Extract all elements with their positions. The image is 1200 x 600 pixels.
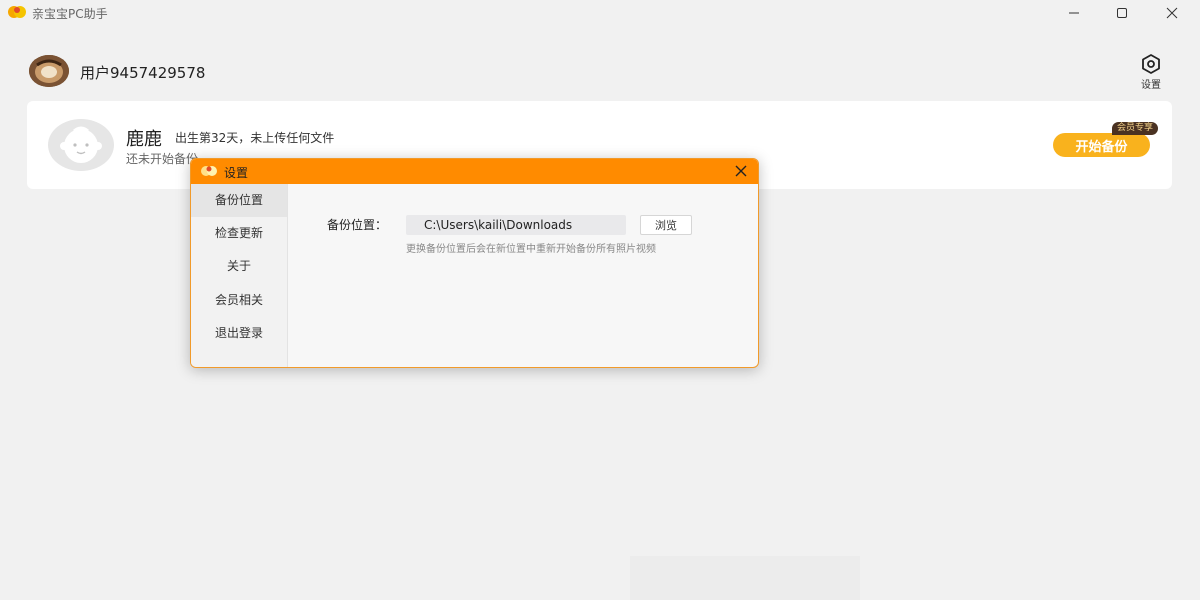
settings-icon <box>1142 54 1160 74</box>
title-bar: 亲宝宝PC助手 <box>0 0 1200 26</box>
vip-badge: 会员专享 <box>1112 122 1159 135</box>
sidebar-item-backup-location[interactable]: 备份位置 <box>191 184 287 217</box>
sidebar-item-membership[interactable]: 会员相关 <box>191 284 287 317</box>
user-avatar-image <box>29 55 69 87</box>
app-logo-icon <box>201 166 217 176</box>
settings-label: 设置 <box>1141 80 1161 91</box>
dialog-title: 设置 <box>224 166 249 180</box>
baby-meta: 出生第32天，未上传任何文件 <box>175 131 335 145</box>
maximize-button[interactable] <box>1099 0 1145 26</box>
background-panel <box>630 556 860 600</box>
backup-location-label: 备份位置： <box>327 218 388 232</box>
username: 用户9457429578 <box>80 64 206 82</box>
baby-face-icon <box>60 126 102 163</box>
dialog-close-button[interactable] <box>732 162 750 180</box>
minimize-button[interactable] <box>1051 0 1097 26</box>
avatar[interactable] <box>29 55 69 87</box>
backup-status: 还未开始备份 <box>126 152 199 166</box>
start-backup-button[interactable]: 开始备份 <box>1053 133 1150 157</box>
sidebar-item-about[interactable]: 关于 <box>191 250 287 283</box>
settings-sidebar: 备份位置 检查更新 关于 会员相关 退出登录 <box>191 184 288 367</box>
settings-dialog: 设置 备份位置 检查更新 关于 会员相关 退出登录 备份位置： 浏览 更换备份位… <box>190 158 759 368</box>
minimize-icon <box>1069 12 1079 14</box>
baby-avatar[interactable] <box>48 119 114 171</box>
sidebar-item-check-update[interactable]: 检查更新 <box>191 217 287 250</box>
close-icon <box>735 165 747 177</box>
baby-name: 鹿鹿 <box>126 129 162 150</box>
dialog-header: 设置 <box>191 159 758 184</box>
app-logo-icon <box>8 6 26 18</box>
maximize-icon <box>1117 8 1127 18</box>
backup-path-field[interactable] <box>406 215 626 235</box>
sidebar-item-logout[interactable]: 退出登录 <box>191 317 287 350</box>
settings-button[interactable]: 设置 <box>1134 54 1168 91</box>
backup-hint: 更换备份位置后会在新位置中重新开始备份所有照片视频 <box>406 244 656 255</box>
browse-button[interactable]: 浏览 <box>640 215 692 235</box>
close-button[interactable] <box>1149 0 1195 26</box>
app-title: 亲宝宝PC助手 <box>32 7 108 21</box>
close-icon <box>1166 7 1178 19</box>
